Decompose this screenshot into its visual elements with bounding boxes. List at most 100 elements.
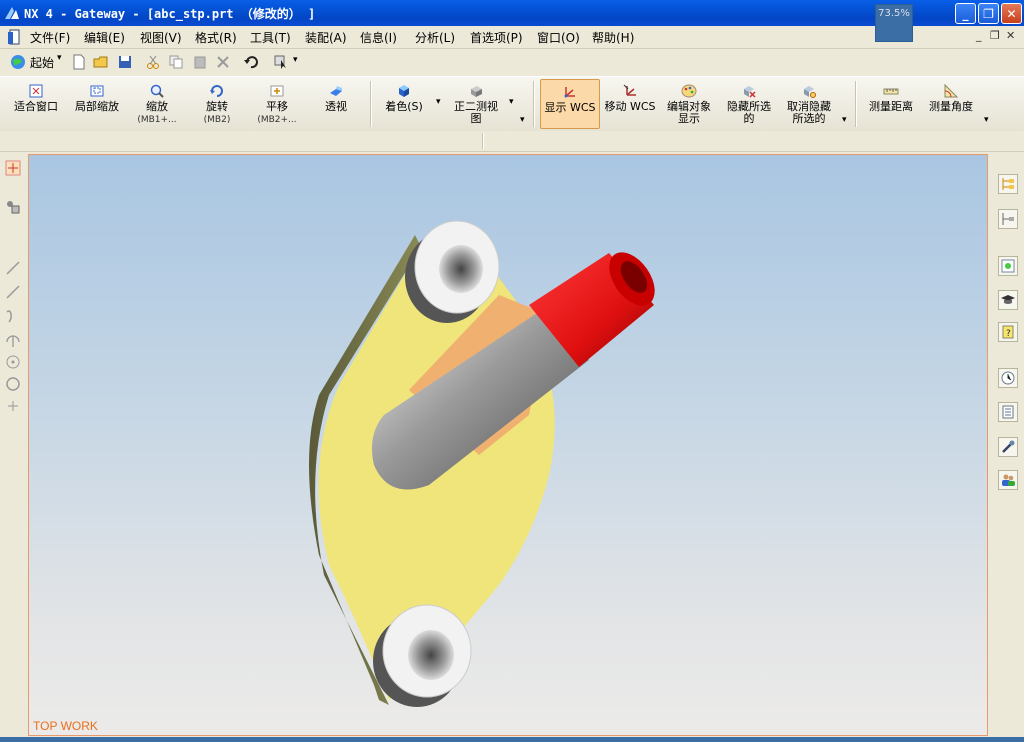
arc-tool-icon[interactable] (5, 332, 21, 348)
status-strip (0, 131, 1024, 152)
undo-icon[interactable] (243, 54, 259, 70)
move-wcs-icon (623, 84, 636, 96)
circle-center-icon[interactable] (5, 354, 21, 370)
users-icon (1002, 474, 1015, 486)
toolbar-options-icon[interactable]: ▾ (842, 115, 847, 125)
window-title: NX 4 - Gateway - [abc_stp.prt （修改的） ] (24, 7, 316, 21)
svg-text:?: ? (1006, 329, 1011, 339)
menu-assembly[interactable]: 装配(A) (305, 29, 347, 46)
circle-tool-icon[interactable] (5, 376, 21, 392)
toolbar-options-icon[interactable]: ▾ (984, 115, 989, 125)
menu-format[interactable]: 格式(R) (195, 29, 237, 46)
delete-icon[interactable] (215, 54, 231, 70)
menu-info[interactable]: 信息(I) (360, 29, 397, 46)
pan-icon (270, 85, 284, 97)
point-tool-icon[interactable] (5, 398, 21, 414)
maximize-button[interactable]: ❐ (978, 3, 999, 24)
standard-toolbar: 起始 ▾ ▾ (0, 49, 320, 75)
zoom-region-button[interactable]: 局部缩放 (68, 79, 126, 129)
title-bar: NX 4 - Gateway - [abc_stp.prt （修改的） ] (0, 0, 1024, 26)
line-tool-icon[interactable] (5, 260, 21, 276)
menu-edit[interactable]: 编辑(E) (84, 29, 125, 46)
selection-tool-icon[interactable] (273, 54, 289, 70)
zoom-sublabel: (MB1+... (137, 115, 177, 125)
part-model-render[interactable] (29, 155, 987, 735)
chevron-down-icon[interactable]: ▾ (293, 55, 298, 65)
spline-tool-icon[interactable] (5, 308, 21, 324)
measure-angle-button[interactable]: 测量角度 (922, 79, 980, 129)
perspective-icon (330, 86, 342, 96)
hide-selected-button[interactable]: 隐藏所选 的 (720, 79, 778, 129)
perspective-button[interactable]: 透视 (308, 79, 364, 129)
pan-button[interactable]: 平移 (MB2+... (248, 79, 306, 129)
snap-point-icon[interactable] (5, 160, 21, 176)
document-icon (8, 29, 20, 45)
edit-object-display-button[interactable]: 编辑对象 显示 (660, 79, 718, 129)
toolbar-options-icon[interactable]: ▾ (520, 115, 525, 125)
roles-tab[interactable] (998, 470, 1018, 490)
new-file-icon[interactable] (71, 54, 87, 70)
trimetric-view-button[interactable]: 正二测视 图 (446, 79, 506, 129)
assembly-tree-icon (1002, 178, 1014, 190)
reuse-library-tab[interactable] (998, 402, 1018, 422)
zoom-label: 缩放 (146, 100, 168, 113)
menu-file[interactable]: 文件(F) (30, 29, 70, 46)
measure-distance-button[interactable]: 测量距离 (862, 79, 920, 129)
toolbar-separator (533, 81, 535, 127)
save-icon[interactable] (117, 54, 133, 70)
rotate-button[interactable]: 旋转 (MB2) (188, 79, 246, 129)
minimize-button[interactable]: _ (955, 3, 976, 24)
start-globe-icon[interactable] (10, 54, 26, 70)
help-tab[interactable]: ? (998, 322, 1018, 342)
bottom-edge (0, 737, 1024, 742)
move-wcs-label: 移动 WCS (604, 100, 656, 113)
resource-bar: ? (994, 152, 1024, 742)
hide-object-icon (744, 86, 756, 98)
tools-icon (1002, 440, 1015, 453)
start-menu-button[interactable]: 起始 (30, 54, 54, 71)
move-wcs-button[interactable]: 移动 WCS (602, 79, 658, 129)
shading-button[interactable]: 着色(S) (376, 79, 432, 129)
fit-window-label: 适合窗口 (14, 100, 58, 113)
menu-window[interactable]: 窗口(O) (537, 29, 580, 46)
copy-icon[interactable] (168, 54, 184, 70)
unhide-selected-button[interactable]: 取消隐藏 所选的 (780, 79, 838, 129)
assembly-navigator-tab[interactable] (998, 174, 1018, 194)
clock-tab[interactable] (998, 368, 1018, 388)
measure-distance-label: 测量距离 (869, 100, 913, 113)
zoom-region-icon (90, 85, 104, 97)
graduation-cap-icon (1001, 295, 1015, 304)
zoom-region-label: 局部缩放 (75, 100, 119, 113)
measure-angle-label: 测量角度 (929, 100, 973, 113)
paste-icon[interactable] (192, 54, 208, 70)
zoom-button[interactable]: 缩放 (MB1+... (128, 79, 186, 129)
process-studio-tab[interactable] (998, 437, 1018, 457)
fit-window-button[interactable]: 适合窗口 (6, 79, 66, 129)
wcs-axes-icon (564, 87, 575, 98)
menu-help[interactable]: 帮助(H) (592, 29, 634, 46)
cut-icon[interactable] (145, 54, 161, 70)
chevron-down-icon[interactable]: ▾ (509, 97, 514, 107)
mdi-close-button[interactable]: ✕ (1006, 29, 1015, 42)
shading-label: 着色(S) (385, 100, 423, 113)
part-navigator-tab[interactable] (998, 209, 1018, 229)
history-tab[interactable] (998, 290, 1018, 310)
edit-object-display-sublabel: 显示 (678, 112, 700, 125)
menu-tools[interactable]: 工具(T) (250, 29, 291, 46)
selection-filter-icon[interactable] (5, 199, 21, 215)
graphics-window[interactable]: TOP WORK (28, 154, 988, 736)
menu-analysis[interactable]: 分析(L) (415, 29, 455, 46)
menu-view[interactable]: 视图(V) (140, 29, 182, 46)
chevron-down-icon[interactable]: ▾ (57, 53, 62, 63)
line-tool-icon[interactable] (5, 284, 21, 300)
chevron-down-icon[interactable]: ▾ (436, 97, 441, 107)
open-folder-icon[interactable] (93, 54, 109, 70)
mdi-minimize-button[interactable]: _ (976, 29, 982, 42)
web-browser-tab[interactable] (998, 256, 1018, 276)
close-button[interactable]: ✕ (1001, 3, 1022, 24)
palette-icon (681, 84, 697, 98)
menu-preferences[interactable]: 首选项(P) (470, 29, 523, 46)
show-wcs-button[interactable]: 显示 WCS (540, 79, 600, 129)
mdi-restore-button[interactable]: ❐ (990, 29, 1000, 42)
protractor-icon (944, 83, 959, 98)
